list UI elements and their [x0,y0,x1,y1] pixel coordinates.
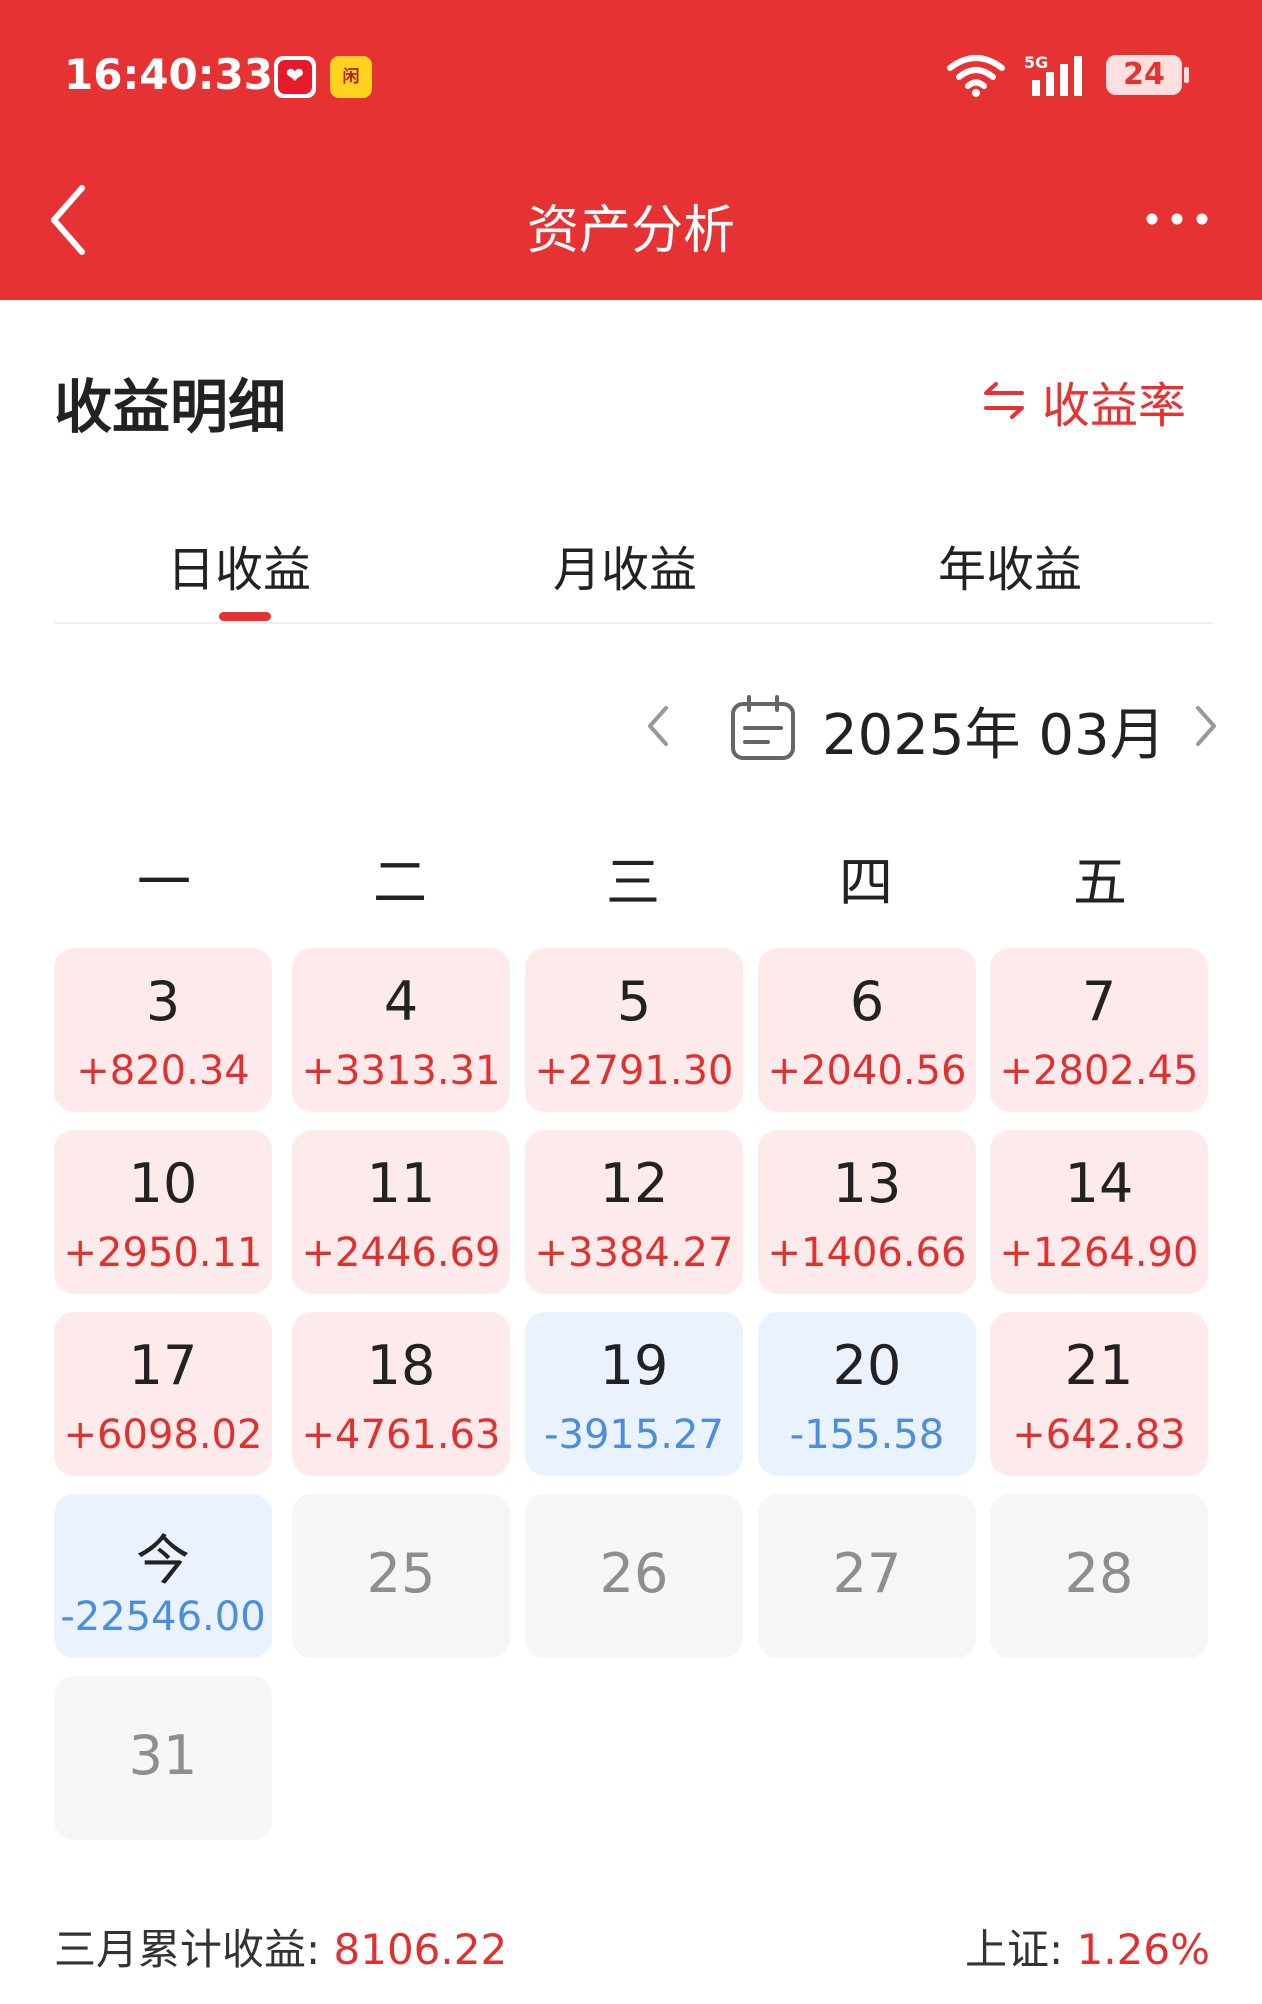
day-earnings: +3313.31 [301,1048,501,1094]
active-tab-indicator [219,612,271,621]
calendar-day-cell[interactable]: 13 +1406.66 [758,1130,976,1294]
month-total-label: 三月累计收益: [54,1925,334,1974]
day-number: 14 [1064,1152,1134,1215]
swap-icon [983,382,1024,419]
day-earnings: +2446.69 [301,1230,501,1276]
page-title: 资产分析 [526,201,735,261]
day-earnings: +820.34 [76,1048,250,1094]
calendar-day-cell[interactable]: 28 [990,1494,1208,1658]
day-number: 28 [1064,1542,1134,1605]
month-label[interactable]: 2025年 03月 [822,690,1166,771]
calendar-day-cell[interactable]: 3 +820.34 [54,948,272,1112]
day-earnings: +2950.11 [63,1230,263,1276]
day-earnings: +642.83 [1012,1412,1186,1458]
month-total-value: 8106.22 [333,1925,508,1974]
tab-daily[interactable]: 日收益 [119,530,359,600]
day-number: 17 [128,1334,198,1397]
toggle-label: 收益率 [1041,378,1186,434]
month-total: 三月累计收益: 8106.22 [54,1916,507,1977]
chevron-left-icon[interactable] [638,696,678,756]
day-number: 11 [366,1152,436,1215]
weekday-fri: 五 [1073,851,1127,914]
status-time: 16:40:33 [64,50,273,99]
section-title: 收益明细 [54,373,287,441]
calendar-day-cell[interactable]: 今 -22546.00 [54,1494,272,1658]
calendar-day-cell[interactable]: 19 -3915.27 [525,1312,743,1476]
calendar-day-cell[interactable]: 31 [54,1676,272,1840]
day-earnings: +2802.45 [999,1048,1199,1094]
day-earnings: -155.58 [789,1412,945,1458]
toggle-return-rate-button[interactable]: 收益率 [982,366,1186,436]
shopping-app-icon: ❤ [274,56,316,98]
calendar-day-cell[interactable]: 27 [758,1494,976,1658]
day-earnings: +6098.02 [63,1412,263,1458]
calendar-day-cell[interactable]: 12 +3384.27 [525,1130,743,1294]
calendar-day-cell[interactable]: 5 +2791.30 [525,948,743,1112]
day-number: 今 [136,1529,190,1592]
day-earnings: +2791.30 [534,1048,734,1094]
earnings-tabs: 日收益 月收益 年收益 [54,520,1214,624]
day-number: 18 [366,1334,436,1397]
calendar-day-cell[interactable]: 26 [525,1494,743,1658]
calendar-day-cell[interactable]: 6 +2040.56 [758,948,976,1112]
status-icons: 5G 24 [946,52,1189,98]
app-header: 16:40:33 ❤ 闲 5G 24 资产分析 [0,0,1262,300]
day-earnings: -3915.27 [544,1412,724,1458]
calendar-day-cell[interactable]: 17 +6098.02 [54,1312,272,1476]
day-number: 26 [599,1542,669,1605]
weekday-thu: 四 [839,851,893,914]
battery-indicator: 24 [1106,55,1189,95]
weekday-tue: 二 [373,851,427,914]
network-type-label: 5G [1024,53,1048,72]
day-number: 12 [599,1152,669,1215]
day-number: 21 [1064,1334,1134,1397]
day-number: 25 [366,1542,436,1605]
index-change: 上证: 1.26% [965,1916,1210,1977]
more-options-icon[interactable] [1144,208,1210,230]
day-earnings: +3384.27 [534,1230,734,1276]
tab-monthly[interactable]: 月收益 [505,530,745,600]
calendar-day-cell[interactable]: 11 +2446.69 [292,1130,510,1294]
game-app-icon: 闲 [330,56,372,98]
signal-icon: 5G [1024,53,1082,96]
wifi-icon [947,55,1005,97]
day-number: 3 [145,970,181,1033]
day-number: 27 [832,1542,902,1605]
day-number: 20 [832,1334,902,1397]
calendar-day-cell[interactable]: 21 +642.83 [990,1312,1208,1476]
calendar-day-cell[interactable]: 10 +2950.11 [54,1130,272,1294]
day-earnings: +1264.90 [999,1230,1199,1276]
index-label: 上证: [965,1925,1077,1974]
tab-yearly[interactable]: 年收益 [890,530,1130,600]
day-number: 6 [849,970,885,1033]
calendar-day-cell[interactable]: 7 +2802.45 [990,948,1208,1112]
calendar-icon[interactable] [728,692,798,762]
calendar-day-cell[interactable]: 14 +1264.90 [990,1130,1208,1294]
day-number: 10 [128,1152,198,1215]
day-number: 5 [616,970,652,1033]
day-number: 19 [599,1334,669,1397]
calendar-day-cell[interactable]: 20 -155.58 [758,1312,976,1476]
calendar-day-cell[interactable]: 18 +4761.63 [292,1312,510,1476]
calendar-day-cell[interactable]: 25 [292,1494,510,1658]
day-number: 7 [1081,970,1117,1033]
chevron-right-icon[interactable] [1186,696,1226,756]
weekday-mon: 一 [137,851,191,914]
weekday-wed: 三 [606,851,660,914]
day-earnings: +2040.56 [767,1048,967,1094]
day-number: 31 [128,1724,198,1787]
day-earnings: +1406.66 [767,1230,967,1276]
index-value: 1.26% [1076,1925,1210,1974]
day-earnings: +4761.63 [301,1412,501,1458]
day-number: 4 [383,970,419,1033]
day-number: 13 [832,1152,902,1215]
calendar-day-cell[interactable]: 4 +3313.31 [292,948,510,1112]
day-earnings: -22546.00 [60,1594,266,1640]
